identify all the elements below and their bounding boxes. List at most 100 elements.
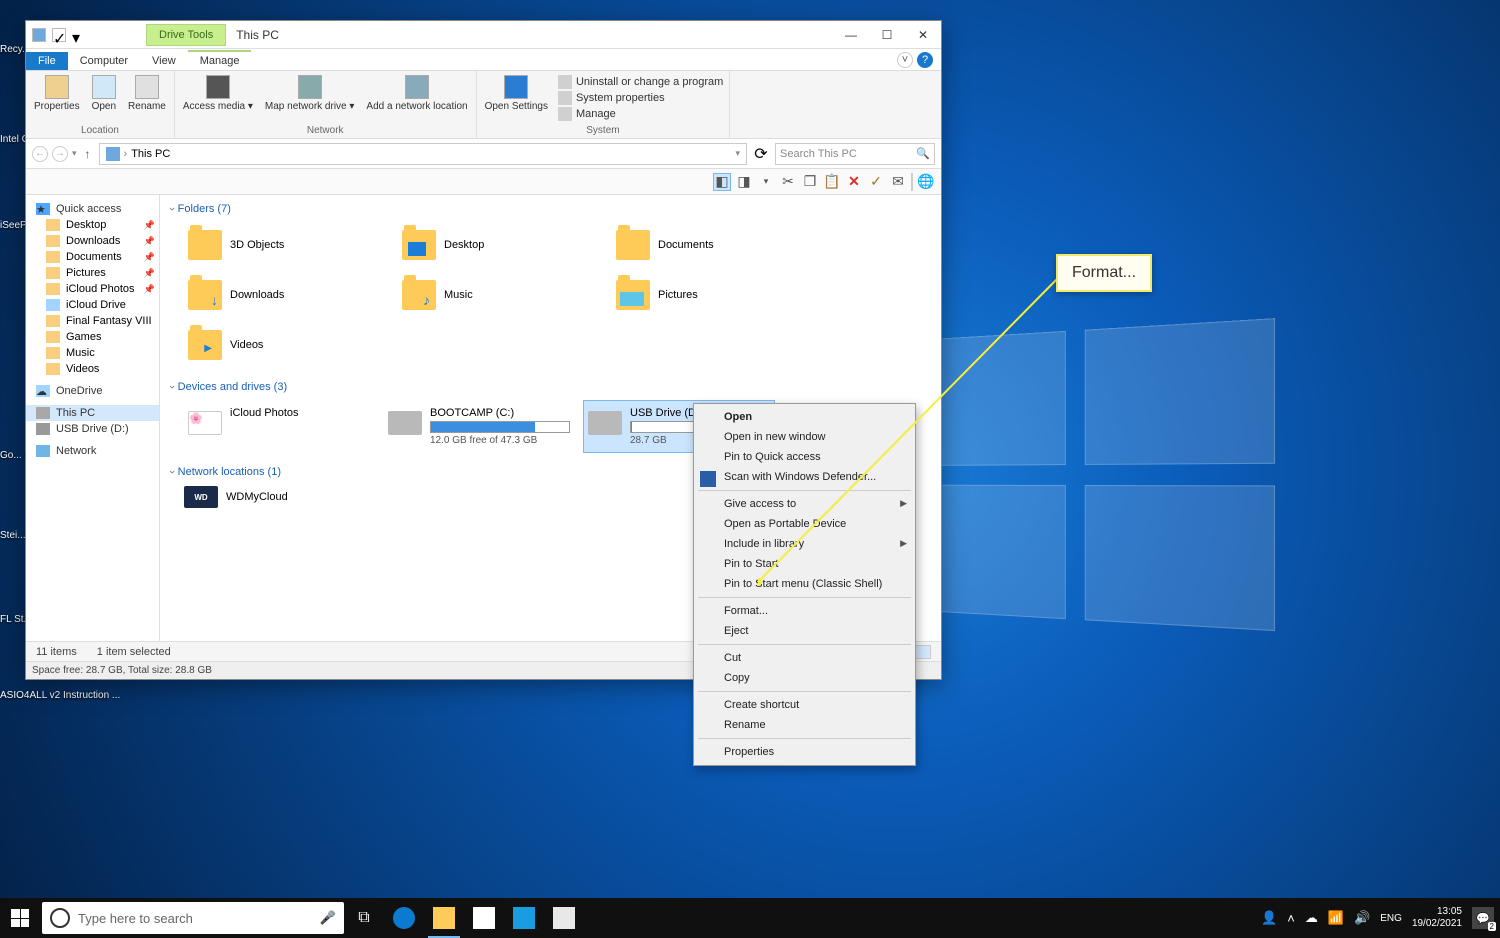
- folder-pictures[interactable]: Pictures: [612, 273, 822, 317]
- copy-icon[interactable]: ❐: [801, 173, 819, 191]
- ctx-scan-defender[interactable]: Scan with Windows Defender...: [694, 467, 915, 487]
- qat-icon[interactable]: [32, 28, 46, 42]
- delete-icon[interactable]: ✕: [845, 173, 863, 191]
- tray-overflow-icon[interactable]: ˄: [1287, 911, 1295, 926]
- nav-games[interactable]: Games: [26, 329, 159, 345]
- tray-people-icon[interactable]: 👤: [1261, 910, 1277, 926]
- taskbar-mail[interactable]: [504, 898, 544, 938]
- nav-icloud-drive[interactable]: iCloud Drive: [26, 297, 159, 313]
- folder-music[interactable]: Music: [398, 273, 608, 317]
- ribbon-add-network[interactable]: Add a network location: [364, 73, 469, 114]
- taskbar-store[interactable]: [464, 898, 504, 938]
- nav-this-pc[interactable]: This PC: [26, 405, 159, 421]
- folder-videos[interactable]: Videos: [184, 323, 394, 367]
- nav-history-dropdown[interactable]: ▾: [72, 148, 77, 159]
- view-details-icon[interactable]: ◨: [735, 173, 753, 191]
- tray-network-icon[interactable]: 📶: [1328, 910, 1344, 926]
- close-button[interactable]: ✕: [905, 21, 941, 49]
- qat-dropdown-icon[interactable]: ▾: [72, 28, 86, 42]
- tray-language-icon[interactable]: ENG: [1380, 913, 1402, 924]
- search-box[interactable]: Search This PC 🔍: [775, 143, 935, 165]
- tray-onedrive-icon[interactable]: ☁: [1305, 910, 1318, 926]
- group-drives-header[interactable]: ›Devices and drives (3): [164, 377, 937, 397]
- ribbon-properties[interactable]: Properties: [32, 73, 82, 114]
- tray-clock[interactable]: 13:05 19/02/2021: [1412, 906, 1462, 930]
- folder-documents[interactable]: Documents: [612, 223, 822, 267]
- nav-ffviii[interactable]: Final Fantasy VIII: [26, 313, 159, 329]
- folder-3d-objects[interactable]: 3D Objects: [184, 223, 394, 267]
- check-icon[interactable]: ✓: [867, 173, 885, 191]
- ribbon-system-properties[interactable]: System properties: [558, 91, 723, 105]
- ctx-cut[interactable]: Cut: [694, 648, 915, 668]
- tab-file[interactable]: File: [26, 52, 68, 70]
- nav-desktop[interactable]: Desktop📌: [26, 217, 159, 233]
- tab-view[interactable]: View: [140, 52, 188, 70]
- ribbon-uninstall[interactable]: Uninstall or change a program: [558, 75, 723, 89]
- nav-onedrive[interactable]: ☁OneDrive: [26, 383, 159, 399]
- nav-videos[interactable]: Videos: [26, 361, 159, 377]
- ctx-format[interactable]: Format...: [694, 601, 915, 621]
- tray-volume-icon[interactable]: 🔊: [1354, 910, 1370, 926]
- ribbon-collapse-icon[interactable]: ˅: [897, 52, 913, 68]
- ctx-open-new-window[interactable]: Open in new window: [694, 427, 915, 447]
- nav-network[interactable]: Network: [26, 443, 159, 459]
- email-icon[interactable]: ✉: [889, 173, 907, 191]
- ctx-portable-device[interactable]: Open as Portable Device: [694, 514, 915, 534]
- ribbon-map-drive[interactable]: Map network drive ▾: [263, 73, 357, 114]
- view-preview-icon[interactable]: ◧: [713, 173, 731, 191]
- nav-music[interactable]: Music: [26, 345, 159, 361]
- network-wdmycloud[interactable]: WD WDMyCloud: [184, 486, 288, 508]
- taskbar-search[interactable]: Type here to search 🎤: [42, 902, 344, 934]
- ctx-open[interactable]: Open: [694, 407, 915, 427]
- taskbar-paint[interactable]: [544, 898, 584, 938]
- help-icon[interactable]: ?: [917, 52, 933, 68]
- start-button[interactable]: [0, 898, 40, 938]
- folder-downloads[interactable]: Downloads: [184, 273, 394, 317]
- minimize-button[interactable]: —: [833, 21, 869, 49]
- ctx-copy[interactable]: Copy: [694, 668, 915, 688]
- ctx-eject[interactable]: Eject: [694, 621, 915, 641]
- ctx-pin-quick-access[interactable]: Pin to Quick access: [694, 447, 915, 467]
- nav-icloud-photos[interactable]: iCloud Photos📌: [26, 281, 159, 297]
- maximize-button[interactable]: ☐: [869, 21, 905, 49]
- group-folders-header[interactable]: ›Folders (7): [164, 199, 937, 219]
- qat-check-icon[interactable]: ✓: [52, 28, 66, 42]
- folder-desktop[interactable]: Desktop: [398, 223, 608, 267]
- ribbon-open[interactable]: Open: [90, 73, 118, 114]
- ribbon-access-media[interactable]: Access media ▾: [181, 73, 255, 114]
- nav-usb-drive[interactable]: USB Drive (D:): [26, 421, 159, 437]
- desktop-icon-label[interactable]: ASIO4ALL v2 Instruction ...: [0, 690, 120, 701]
- tray-notifications[interactable]: 💬 2: [1472, 907, 1494, 929]
- breadcrumb-dropdown-icon[interactable]: ▾: [735, 148, 740, 159]
- nav-back-button[interactable]: ←: [32, 146, 48, 162]
- nav-up-button[interactable]: ↑: [81, 147, 95, 161]
- microphone-icon[interactable]: 🎤: [320, 910, 336, 926]
- taskbar-explorer[interactable]: [424, 898, 464, 938]
- nav-documents[interactable]: Documents📌: [26, 249, 159, 265]
- ctx-give-access[interactable]: Give access to▶: [694, 494, 915, 514]
- nav-quick-access[interactable]: ★Quick access: [26, 201, 159, 217]
- drive-icloud-photos[interactable]: 🌸 iCloud Photos: [184, 401, 374, 452]
- drive-tools-tab[interactable]: Drive Tools: [146, 24, 226, 46]
- nav-forward-button[interactable]: →: [52, 146, 68, 162]
- nav-downloads[interactable]: Downloads📌: [26, 233, 159, 249]
- task-view-button[interactable]: ⧉: [344, 898, 384, 938]
- drive-bootcamp-c[interactable]: BOOTCAMP (C:) 12.0 GB free of 47.3 GB: [384, 401, 574, 452]
- paste-icon[interactable]: 📋: [823, 173, 841, 191]
- refresh-button[interactable]: ⟳: [751, 144, 771, 164]
- tab-computer[interactable]: Computer: [68, 52, 140, 70]
- ctx-include-library[interactable]: Include in library▶: [694, 534, 915, 554]
- ctx-pin-start[interactable]: Pin to Start: [694, 554, 915, 574]
- view-dropdown-icon[interactable]: ▾: [757, 173, 775, 191]
- ctx-properties[interactable]: Properties: [694, 742, 915, 762]
- globe-icon[interactable]: 🌐: [917, 173, 935, 191]
- ctx-create-shortcut[interactable]: Create shortcut: [694, 695, 915, 715]
- ctx-rename[interactable]: Rename: [694, 715, 915, 735]
- ctx-pin-classic-shell[interactable]: Pin to Start menu (Classic Shell): [694, 574, 915, 594]
- ribbon-manage[interactable]: Manage: [558, 107, 723, 121]
- breadcrumb[interactable]: › This PC ▾: [99, 143, 747, 165]
- ribbon-rename[interactable]: Rename: [126, 73, 168, 114]
- cut-icon[interactable]: ✂: [779, 173, 797, 191]
- tab-manage[interactable]: Manage: [188, 50, 252, 70]
- nav-pictures[interactable]: Pictures📌: [26, 265, 159, 281]
